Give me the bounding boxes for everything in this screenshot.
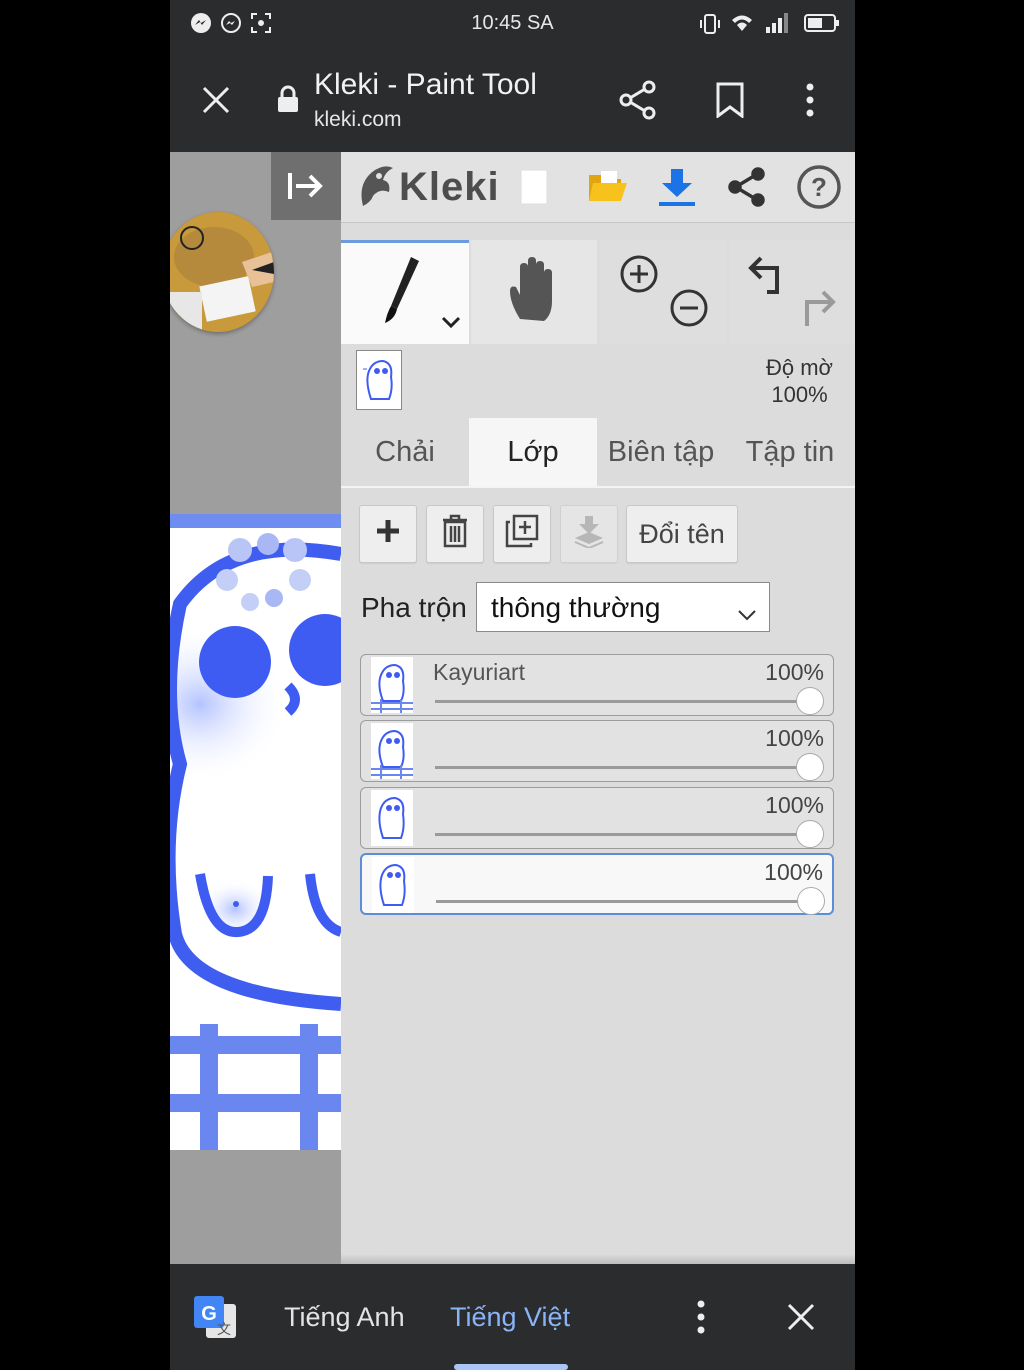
svg-text:G: G — [201, 1303, 217, 1325]
open-folder-icon[interactable] — [579, 152, 635, 222]
undo-icon[interactable] — [747, 254, 787, 301]
canvas-drawing[interactable] — [170, 514, 341, 1150]
layer-item[interactable]: Kayuriart 100% — [360, 654, 834, 716]
layer-name: Kayuriart — [433, 659, 526, 685]
page-url[interactable]: kleki.com — [314, 108, 402, 132]
google-translate-icon[interactable]: G文 — [192, 1294, 238, 1345]
zoom-controls — [599, 240, 727, 344]
share-icon[interactable] — [614, 76, 662, 124]
close-icon[interactable] — [192, 76, 240, 124]
drawing-canvas-area[interactable] — [170, 152, 341, 1264]
zoom-out-icon[interactable] — [669, 288, 709, 333]
browser-toolbar: Kleki - Paint Tool kleki.com — [170, 48, 855, 152]
layer-thumbnail — [371, 657, 413, 713]
layer-opacity-handle[interactable] — [796, 820, 824, 848]
layer-thumbnail — [371, 723, 413, 779]
delete-layer-button[interactable] — [426, 505, 484, 563]
layer-opacity-slider[interactable] — [436, 900, 812, 903]
redo-icon[interactable] — [797, 288, 837, 335]
add-layer-button[interactable] — [359, 505, 417, 563]
panel-divider — [341, 1254, 855, 1264]
chevron-down-icon — [737, 597, 757, 629]
layer-opacity: 100% — [765, 792, 824, 818]
tab-edit[interactable]: Biên tập — [597, 418, 725, 486]
source-language[interactable]: Tiếng Anh — [284, 1302, 405, 1333]
app-toolbar: Kleki ? — [341, 152, 855, 223]
battery-icon — [804, 12, 840, 39]
svg-text:?: ? — [811, 172, 827, 202]
logo-text: Kleki — [399, 164, 500, 209]
opacity-label: Độ mờ — [766, 355, 833, 380]
blend-mode-select[interactable]: thông thường — [476, 582, 770, 632]
chevron-down-icon[interactable] — [441, 315, 461, 334]
duplicate-layer-button[interactable] — [493, 505, 551, 563]
brush-tool-button[interactable] — [341, 240, 469, 344]
more-icon[interactable] — [790, 76, 830, 124]
blend-label: Pha trộn — [361, 592, 467, 623]
layer-opacity-handle[interactable] — [796, 687, 824, 715]
layer-item-selected[interactable]: 100% — [360, 853, 834, 915]
translate-bar: G文 Tiếng Anh Tiếng Việt — [170, 1264, 855, 1370]
wifi-icon — [730, 12, 754, 39]
close-icon[interactable] — [786, 1302, 816, 1337]
phone-screen: 10:45 SA Kleki - Paint Tool kleki.com Kl… — [170, 0, 855, 1370]
blend-mode-value: thông thường — [491, 592, 661, 623]
trash-icon — [441, 514, 469, 555]
rename-layer-button[interactable]: Đổi tên — [626, 505, 738, 563]
kleki-logo[interactable]: Kleki — [355, 160, 500, 214]
page-title: Kleki - Paint Tool — [314, 68, 537, 101]
history-controls — [729, 240, 855, 344]
layer-opacity: 100% — [764, 859, 823, 885]
opacity-indicator: Độ mờ 100% — [766, 354, 833, 408]
tab-file[interactable]: Tập tin — [725, 418, 855, 486]
bookmark-icon[interactable] — [706, 76, 754, 124]
new-image-icon[interactable] — [509, 152, 559, 222]
layer-thumbnail — [372, 857, 414, 913]
merge-down-icon — [573, 514, 605, 555]
status-bar: 10:45 SA — [170, 0, 855, 48]
layer-opacity-handle[interactable] — [796, 753, 824, 781]
opacity-value: 100% — [771, 382, 828, 407]
signal-icon — [764, 12, 790, 39]
active-language-indicator — [454, 1364, 568, 1370]
layer-opacity: 100% — [765, 725, 824, 751]
svg-text:文: 文 — [217, 1321, 231, 1337]
layer-opacity-slider[interactable] — [435, 766, 811, 769]
panel-tabs: Chải Lớp Biên tập Tập tin — [341, 418, 855, 488]
layer-opacity: 100% — [765, 659, 824, 685]
layer-opacity-slider[interactable] — [435, 700, 811, 703]
share-icon[interactable] — [719, 152, 775, 222]
hand-tool-button[interactable] — [471, 240, 597, 344]
kleki-logo-icon — [355, 162, 395, 213]
current-layer-thumbnail[interactable] — [356, 350, 402, 410]
layer-thumbnail — [371, 790, 413, 846]
vibrate-icon — [698, 12, 722, 41]
tab-brush[interactable]: Chải — [341, 418, 469, 486]
layer-item[interactable]: 100% — [360, 787, 834, 849]
help-icon[interactable]: ? — [791, 152, 847, 222]
layer-opacity-slider[interactable] — [435, 833, 811, 836]
duplicate-icon — [505, 514, 539, 555]
lock-icon — [274, 82, 302, 116]
target-language[interactable]: Tiếng Việt — [450, 1302, 570, 1333]
brush-icon — [375, 253, 435, 334]
download-icon[interactable] — [649, 152, 705, 222]
tool-panel: Kleki ? Độ mờ 100% Chải Lớp Biên tập Tập… — [341, 152, 855, 1264]
hand-icon — [506, 256, 562, 328]
plus-icon — [375, 518, 401, 551]
merge-down-button[interactable] — [560, 505, 618, 563]
tab-layers[interactable]: Lớp — [469, 418, 597, 486]
collapse-icon[interactable] — [271, 152, 341, 220]
avatar — [170, 212, 274, 332]
layer-item[interactable]: 100% — [360, 720, 834, 782]
tool-row — [341, 240, 855, 344]
zoom-in-icon[interactable] — [619, 254, 659, 299]
layer-opacity-handle[interactable] — [797, 887, 825, 915]
more-icon[interactable] — [696, 1300, 706, 1339]
